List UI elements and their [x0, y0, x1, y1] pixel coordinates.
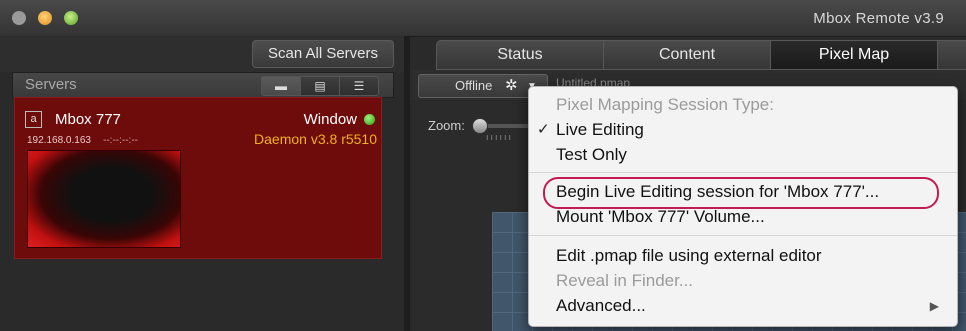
- zoom-window-button[interactable]: [64, 11, 78, 25]
- zoom-slider[interactable]: [472, 118, 536, 134]
- online-status-icon: [364, 114, 375, 125]
- title-bar: Mbox Remote v3.9: [0, 0, 966, 37]
- menu-item-label: Advanced...: [556, 296, 646, 315]
- menu-item-label: Edit .pmap file using external editor: [556, 246, 822, 265]
- menu-item-label: Live Editing: [556, 120, 644, 139]
- offline-label: Offline: [455, 78, 493, 93]
- view-list-button[interactable]: ☰: [339, 76, 379, 96]
- daemon-version: Daemon v3.8 r5510: [254, 131, 377, 147]
- menu-separator: [529, 235, 957, 236]
- server-ip: 192.168.0.163: [27, 135, 91, 146]
- servers-header: Servers ▬ ▤ ☰: [12, 72, 394, 98]
- scan-all-servers-button[interactable]: Scan All Servers: [252, 40, 394, 68]
- zoom-ticks: ıııııı: [486, 132, 514, 142]
- tab-pixel-map[interactable]: Pixel Map: [770, 40, 938, 70]
- close-window-button[interactable]: [12, 11, 26, 25]
- menu-header-label: Pixel Mapping Session Type:: [556, 95, 774, 114]
- tab-status[interactable]: Status: [436, 40, 604, 70]
- submenu-arrow-icon: ▶: [929, 299, 939, 313]
- server-letter-badge: a: [25, 111, 42, 128]
- tab-overflow[interactable]: [937, 40, 966, 70]
- window-title: Mbox Remote v3.9: [813, 10, 944, 27]
- menu-item-live-editing[interactable]: ✓ Live Editing: [529, 118, 957, 142]
- left-toolbar: Scan All Servers: [0, 36, 404, 72]
- menu-item-edit-external[interactable]: Edit .pmap file using external editor: [529, 244, 957, 268]
- server-window-label: Window: [303, 111, 357, 128]
- tab-content[interactable]: Content: [603, 40, 771, 70]
- server-time: --:--:--:--: [103, 135, 138, 146]
- minimize-window-button[interactable]: [38, 11, 52, 25]
- tab-bar: Status Content Pixel Map: [436, 40, 966, 70]
- pane-divider[interactable]: [404, 36, 410, 331]
- checkmark-icon: ✓: [537, 121, 550, 138]
- menu-item-reveal-in-finder: Reveal in Finder...: [529, 269, 957, 293]
- servers-title: Servers: [25, 76, 77, 93]
- view-grid-button[interactable]: ▤: [300, 76, 340, 96]
- menu-item-label: Test Only: [556, 145, 627, 164]
- zoom-label: Zoom:: [428, 118, 465, 133]
- highlight-annotation: [543, 177, 939, 209]
- menu-header-session-type: Pixel Mapping Session Type:: [529, 93, 957, 117]
- menu-item-label: Reveal in Finder...: [556, 271, 694, 290]
- menu-separator: [529, 172, 957, 173]
- server-card[interactable]: a Mbox 777 192.168.0.163 --:--:--:-- Win…: [14, 97, 382, 259]
- menu-item-test-only[interactable]: Test Only: [529, 143, 957, 167]
- view-large-button[interactable]: ▬: [261, 76, 301, 96]
- server-preview-thumbnail: [27, 150, 181, 248]
- server-name: Mbox 777: [55, 111, 121, 128]
- gear-icon: ✲: [505, 77, 518, 94]
- menu-item-advanced[interactable]: Advanced... ▶: [529, 294, 957, 318]
